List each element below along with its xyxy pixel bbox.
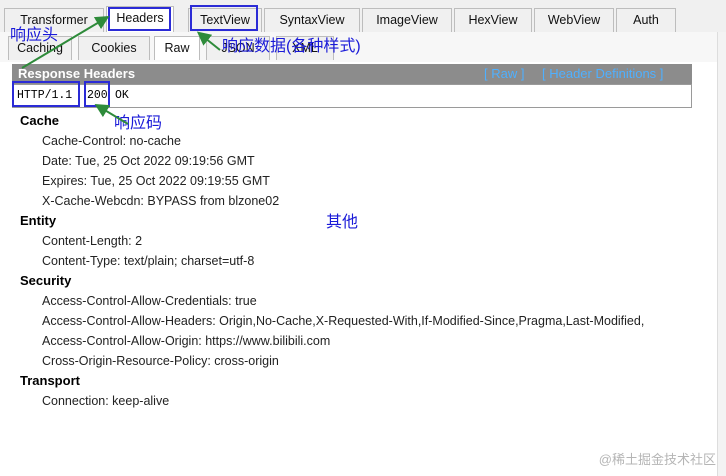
arrow-to-headers [21,15,110,69]
watermark: @稀土掘金技术社区 [598,452,716,467]
arrow-to-status-code [94,103,129,125]
annotation-arrows [21,15,221,125]
arrow-to-textview [196,31,221,51]
